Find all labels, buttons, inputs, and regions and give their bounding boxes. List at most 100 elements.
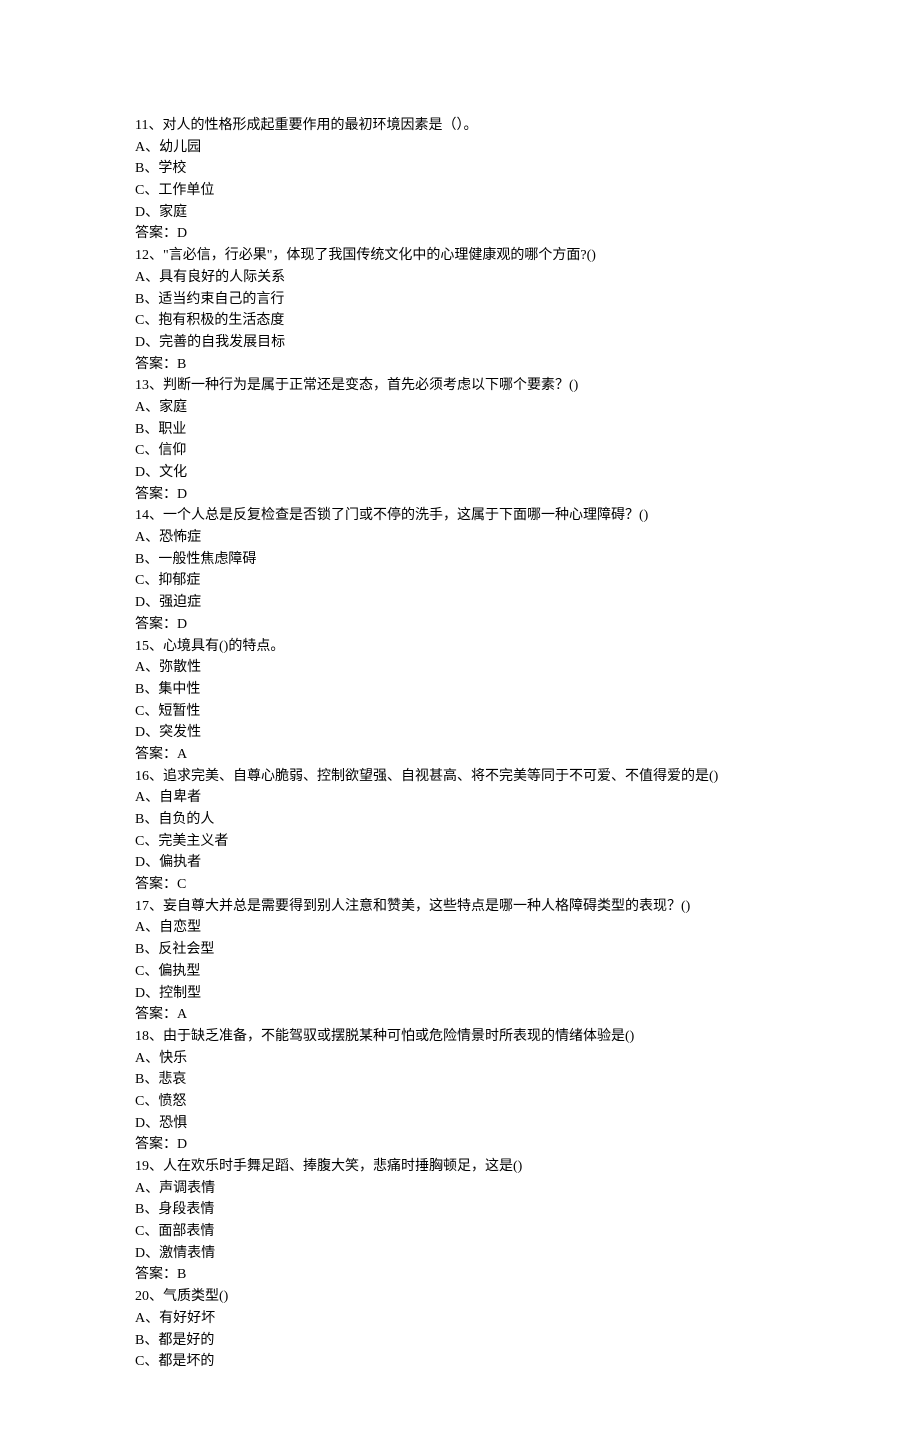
answer-label: 答案： [135,617,177,632]
option-line: A、恐怖症 [135,527,785,549]
option-line: C、抱有积极的生活态度 [135,310,785,332]
option-label: C [135,573,144,588]
question-text: 、由于缺乏准备，不能驾驭或摆脱某种可怕或危险情景时所表现的情绪体验是() [149,1029,634,1044]
option-text: 、短暂性 [144,704,200,719]
option-label: C [135,964,144,979]
option-text: 、声调表情 [145,1181,215,1196]
question-text: 、追求完美、自尊心脆弱、控制欲望强、自视甚高、将不完美等同于不可爱、不值得爱的是… [149,769,718,784]
option-line: A、有好好坏 [135,1308,785,1330]
option-text: 、自恋型 [145,920,201,935]
answer-line: 答案：D [135,1134,785,1156]
option-text: 、悲哀 [144,1072,186,1087]
option-line: C、都是坏的 [135,1351,785,1373]
option-label: D [135,1246,145,1261]
option-label: D [135,855,145,870]
option-text: 、面部表情 [144,1224,214,1239]
option-line: A、自卑者 [135,787,785,809]
question-stem: 13、判断一种行为是属于正常还是变态，首先必须考虑以下哪个要素？() [135,375,785,397]
option-text: 、自负的人 [144,812,214,827]
answer-label: 答案： [135,1137,177,1152]
option-line: D、偏执者 [135,852,785,874]
option-line: C、面部表情 [135,1221,785,1243]
question-stem: 19、人在欢乐时手舞足蹈、捧腹大笑，悲痛时捶胸顿足，这是() [135,1156,785,1178]
answer-value: D [177,617,187,632]
option-line: B、自负的人 [135,809,785,831]
question-stem: 14、一个人总是反复检查是否锁了门或不停的洗手，这属于下面哪一种心理障碍？() [135,505,785,527]
question-stem: 16、追求完美、自尊心脆弱、控制欲望强、自视甚高、将不完美等同于不可爱、不值得爱… [135,766,785,788]
option-label: B [135,292,144,307]
option-text: 、愤怒 [144,1094,186,1109]
option-line: B、集中性 [135,679,785,701]
option-line: C、愤怒 [135,1091,785,1113]
option-label: B [135,422,144,437]
option-label: B [135,1202,144,1217]
option-text: 、信仰 [144,443,186,458]
question-stem: 20、气质类型() [135,1286,785,1308]
option-text: 、职业 [144,422,186,437]
question-number: 15 [135,639,149,654]
option-line: C、信仰 [135,440,785,462]
answer-label: 答案： [135,357,177,372]
option-text: 、有好好坏 [145,1311,215,1326]
option-label: A [135,920,145,935]
option-label: A [135,1181,145,1196]
answer-label: 答案： [135,747,177,762]
option-line: A、具有良好的人际关系 [135,267,785,289]
answer-value: A [177,1007,187,1022]
option-text: 、家庭 [145,205,187,220]
answer-line: 答案：B [135,1264,785,1286]
answer-value: B [177,1267,186,1282]
document-page: 11、对人的性格形成起重要作用的最初环境因素是（）。A、幼儿园B、学校C、工作单… [0,0,920,1453]
option-text: 、强迫症 [145,595,201,610]
answer-line: 答案：D [135,614,785,636]
option-text: 、抱有积极的生活态度 [144,313,284,328]
question-text: 、对人的性格形成起重要作用的最初环境因素是（）。 [148,118,477,133]
answer-label: 答案： [135,877,177,892]
option-label: D [135,205,145,220]
option-label: A [135,400,145,415]
option-label: C [135,834,144,849]
question-stem: 17、妄自尊大并总是需要得到别人注意和赞美，这些特点是哪一种人格障碍类型的表现？… [135,896,785,918]
option-label: D [135,1116,145,1131]
answer-value: D [177,226,187,241]
question-text: 、妄自尊大并总是需要得到别人注意和赞美，这些特点是哪一种人格障碍类型的表现？() [149,899,690,914]
option-line: C、抑郁症 [135,570,785,592]
option-label: B [135,552,144,567]
option-text: 、幼儿园 [145,140,201,155]
option-label: D [135,725,145,740]
option-text: 、突发性 [145,725,201,740]
option-label: B [135,1072,144,1087]
option-text: 、抑郁症 [144,573,200,588]
answer-line: 答案：B [135,354,785,376]
option-line: A、幼儿园 [135,137,785,159]
answer-value: B [177,357,186,372]
answer-line: 答案：D [135,223,785,245]
option-line: A、声调表情 [135,1178,785,1200]
option-text: 、家庭 [145,400,187,415]
question-number: 12 [135,248,149,263]
answer-label: 答案： [135,226,177,241]
option-label: A [135,1311,145,1326]
answer-line: 答案：C [135,874,785,896]
option-line: D、恐惧 [135,1113,785,1135]
option-text: 、一般性焦虑障碍 [144,552,256,567]
option-text: 、反社会型 [144,942,214,957]
option-label: C [135,1354,144,1369]
option-label: D [135,595,145,610]
option-text: 、弥散性 [145,660,201,675]
option-label: D [135,986,145,1001]
option-label: C [135,704,144,719]
option-text: 、完美主义者 [144,834,228,849]
option-text: 、控制型 [145,986,201,1001]
option-label: A [135,140,145,155]
option-label: D [135,465,145,480]
option-line: B、都是好的 [135,1330,785,1352]
option-label: C [135,443,144,458]
option-label: C [135,183,144,198]
option-text: 、快乐 [145,1051,187,1066]
option-text: 、恐怖症 [145,530,201,545]
question-number: 16 [135,769,149,784]
option-text: 、自卑者 [145,790,201,805]
answer-label: 答案： [135,1267,177,1282]
option-text: 、集中性 [144,682,200,697]
